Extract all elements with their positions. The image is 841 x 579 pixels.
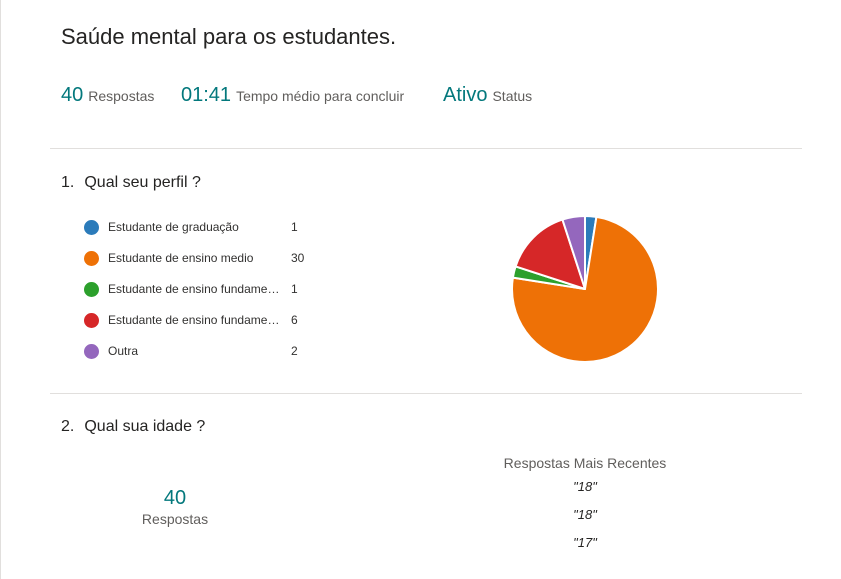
legend-count: 30 [291,251,305,265]
question-2-count-value: 40 [163,487,187,509]
legend-label: Outra [108,344,139,358]
avg-time-value: 01:41 [181,84,232,106]
legend-label: Estudante de ensino medio [108,251,254,265]
legend-item: Estudante de ensino fundamental... 1 [84,280,324,311]
status-value: Ativo [443,84,488,106]
question-1-number: 1. [61,174,75,191]
avg-time-label: Tempo médio para concluir [236,88,405,104]
responses-count: 40 [61,84,84,106]
legend-label: Estudante de ensino fundamental... [108,282,280,296]
legend-swatch [84,251,99,266]
question-1-text: Qual seu perfil ? [84,174,201,191]
legend-swatch [84,313,99,328]
legend-count: 2 [291,344,298,358]
legend-count: 1 [291,220,298,234]
legend-swatch [84,282,99,297]
divider [50,393,802,394]
responses-stat[interactable]: 40 Respostas [61,84,154,107]
question-2-count-label: Respostas [141,511,209,527]
legend-item: Estudante de ensino medio 30 [84,249,324,280]
recent-response-item: "18" [573,479,597,494]
page-left-border [0,0,1,579]
legend-item: Outra 2 [84,342,324,373]
legend-count: 1 [291,282,298,296]
recent-responses-title: Respostas Mais Recentes [503,455,667,471]
legend-label: Estudante de ensino fundamental... [108,313,280,327]
legend-count: 6 [291,313,298,327]
recent-responses: Respostas Mais Recentes "18" "18" "17" [480,455,690,561]
status-label: Status [492,88,533,104]
question-2-title: 2. Qual sua idade ? [61,418,205,436]
status-stat: Ativo Status [443,84,532,107]
question-1-pie-chart[interactable] [504,208,666,370]
question-1-legend: Estudante de graduação 1 Estudante de en… [84,218,324,373]
legend-swatch [84,344,99,359]
legend-label: Estudante de graduação [108,220,239,234]
form-title: Saúde mental para os estudantes. [61,24,397,49]
question-1-title: 1. Qual seu perfil ? [61,174,201,192]
recent-response-item: "17" [573,535,597,550]
question-2-number: 2. [61,418,75,435]
avg-time-stat: 01:41 Tempo médio para concluir [181,84,404,107]
divider [50,148,802,149]
question-2-response-count: 40 Respostas [115,486,235,528]
legend-item: Estudante de ensino fundamental... 6 [84,311,324,342]
recent-response-item: "18" [573,507,597,522]
responses-label: Respostas [88,88,155,104]
legend-item: Estudante de graduação 1 [84,218,324,249]
question-2-text: Qual sua idade ? [84,418,206,435]
legend-swatch [84,220,99,235]
